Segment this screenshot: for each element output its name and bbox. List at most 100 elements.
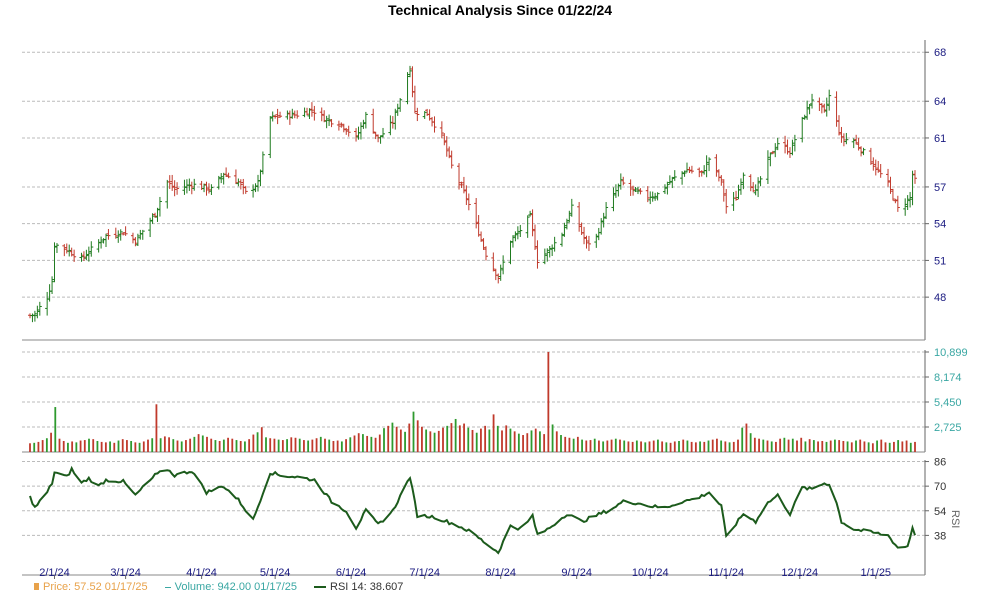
volume-bar	[707, 440, 710, 452]
volume-bar	[311, 439, 314, 452]
price-bar	[547, 245, 552, 258]
volume-bar	[517, 433, 520, 452]
price-bar	[62, 244, 67, 257]
volume-bar	[109, 441, 111, 452]
price-bar	[724, 189, 729, 214]
volume-tick-label: 8,174	[934, 372, 962, 384]
price-bar	[285, 110, 290, 120]
price-bar	[628, 179, 633, 196]
volume-bar	[180, 441, 183, 452]
volume-bar	[349, 437, 352, 452]
volume-bar	[269, 438, 272, 452]
price-bar	[118, 229, 123, 241]
volume-bar	[62, 440, 65, 452]
price-bar	[170, 174, 175, 191]
price-bar	[913, 170, 917, 184]
volume-bar	[893, 441, 895, 452]
volume-bar	[867, 442, 870, 452]
legend-price-text: Price: 57.52 01/17/25	[43, 581, 148, 593]
volume-bar	[281, 440, 284, 452]
price-bar	[707, 157, 712, 172]
volume-bar	[513, 431, 516, 452]
volume-bar	[41, 440, 44, 452]
volume-bar	[345, 439, 347, 452]
volume-bar	[576, 436, 579, 452]
volume-bar	[509, 428, 512, 452]
x-tick-label: 3/1/24	[110, 567, 141, 579]
volume-bar	[193, 436, 196, 452]
price-bar	[483, 246, 488, 261]
volume-bar	[640, 441, 642, 452]
price-bar	[457, 163, 462, 190]
volume-bar	[480, 428, 482, 452]
price-bar	[165, 179, 170, 209]
volume-bar	[737, 439, 739, 452]
volume-bar	[176, 440, 179, 452]
volume-bar	[884, 442, 887, 452]
volume-bar	[265, 437, 267, 452]
volume-bar	[876, 440, 878, 452]
price-bar	[878, 163, 883, 178]
volume-bar	[458, 425, 461, 452]
volume-bar	[657, 439, 659, 452]
volume-bar	[134, 442, 137, 452]
x-tick-label: 8/1/24	[485, 567, 516, 579]
volume-bar	[665, 442, 668, 452]
x-tick-label: 6/1/24	[336, 567, 367, 579]
price-bar	[339, 122, 344, 128]
volume-bar	[846, 441, 849, 452]
price-bar	[868, 147, 873, 165]
volume-bar	[808, 439, 811, 452]
price-bar	[518, 224, 523, 237]
volume-bar	[353, 435, 356, 452]
price-bar	[837, 115, 842, 136]
volume-bar	[450, 423, 453, 452]
price-bar	[594, 233, 599, 248]
price-bar	[584, 235, 589, 249]
volume-bar	[130, 440, 133, 452]
volume-bar	[635, 440, 638, 452]
price-bar	[324, 115, 329, 129]
price-bar	[96, 239, 101, 253]
volume-bar	[239, 440, 242, 452]
volume-bar	[703, 441, 706, 452]
price-bar	[775, 137, 780, 151]
price-bar	[476, 215, 481, 237]
price-bar	[45, 291, 50, 316]
price-bar	[30, 313, 35, 323]
x-tick-label: 9/1/24	[561, 567, 592, 579]
price-bar	[253, 183, 258, 193]
price-bar	[268, 116, 273, 159]
price-bar	[667, 175, 672, 185]
volume-bar	[564, 436, 567, 452]
volume-bar	[572, 438, 575, 452]
price-bar	[407, 65, 412, 78]
price-bar	[704, 155, 709, 178]
volume-bar	[104, 442, 107, 452]
price-bar	[599, 218, 604, 235]
volume-bar	[551, 424, 554, 452]
price-bar	[157, 196, 162, 217]
price-bar	[175, 182, 180, 195]
price-bar	[103, 233, 108, 247]
price-tick-label: 68	[934, 47, 946, 59]
volume-bar	[197, 434, 200, 452]
volume-bar	[58, 438, 61, 452]
volume-bar	[821, 440, 824, 452]
price-bar	[130, 232, 135, 244]
price-bar	[140, 229, 145, 240]
grid-lines	[22, 51, 929, 536]
price-tick-label: 48	[934, 292, 946, 304]
price-bar	[748, 174, 753, 192]
legend-price: Price: 57.52 01/17/25	[34, 581, 148, 593]
price-bar	[601, 212, 606, 228]
volume-bar	[648, 441, 651, 452]
price-bar	[535, 240, 540, 269]
price-bar	[52, 242, 57, 283]
x-tick-label: 11/1/24	[708, 567, 744, 579]
volume-bar	[50, 432, 52, 452]
volume-bar	[437, 430, 440, 452]
volume-bar	[45, 438, 48, 452]
price-tick-label: 61	[934, 133, 946, 145]
volume-bar	[560, 435, 562, 452]
